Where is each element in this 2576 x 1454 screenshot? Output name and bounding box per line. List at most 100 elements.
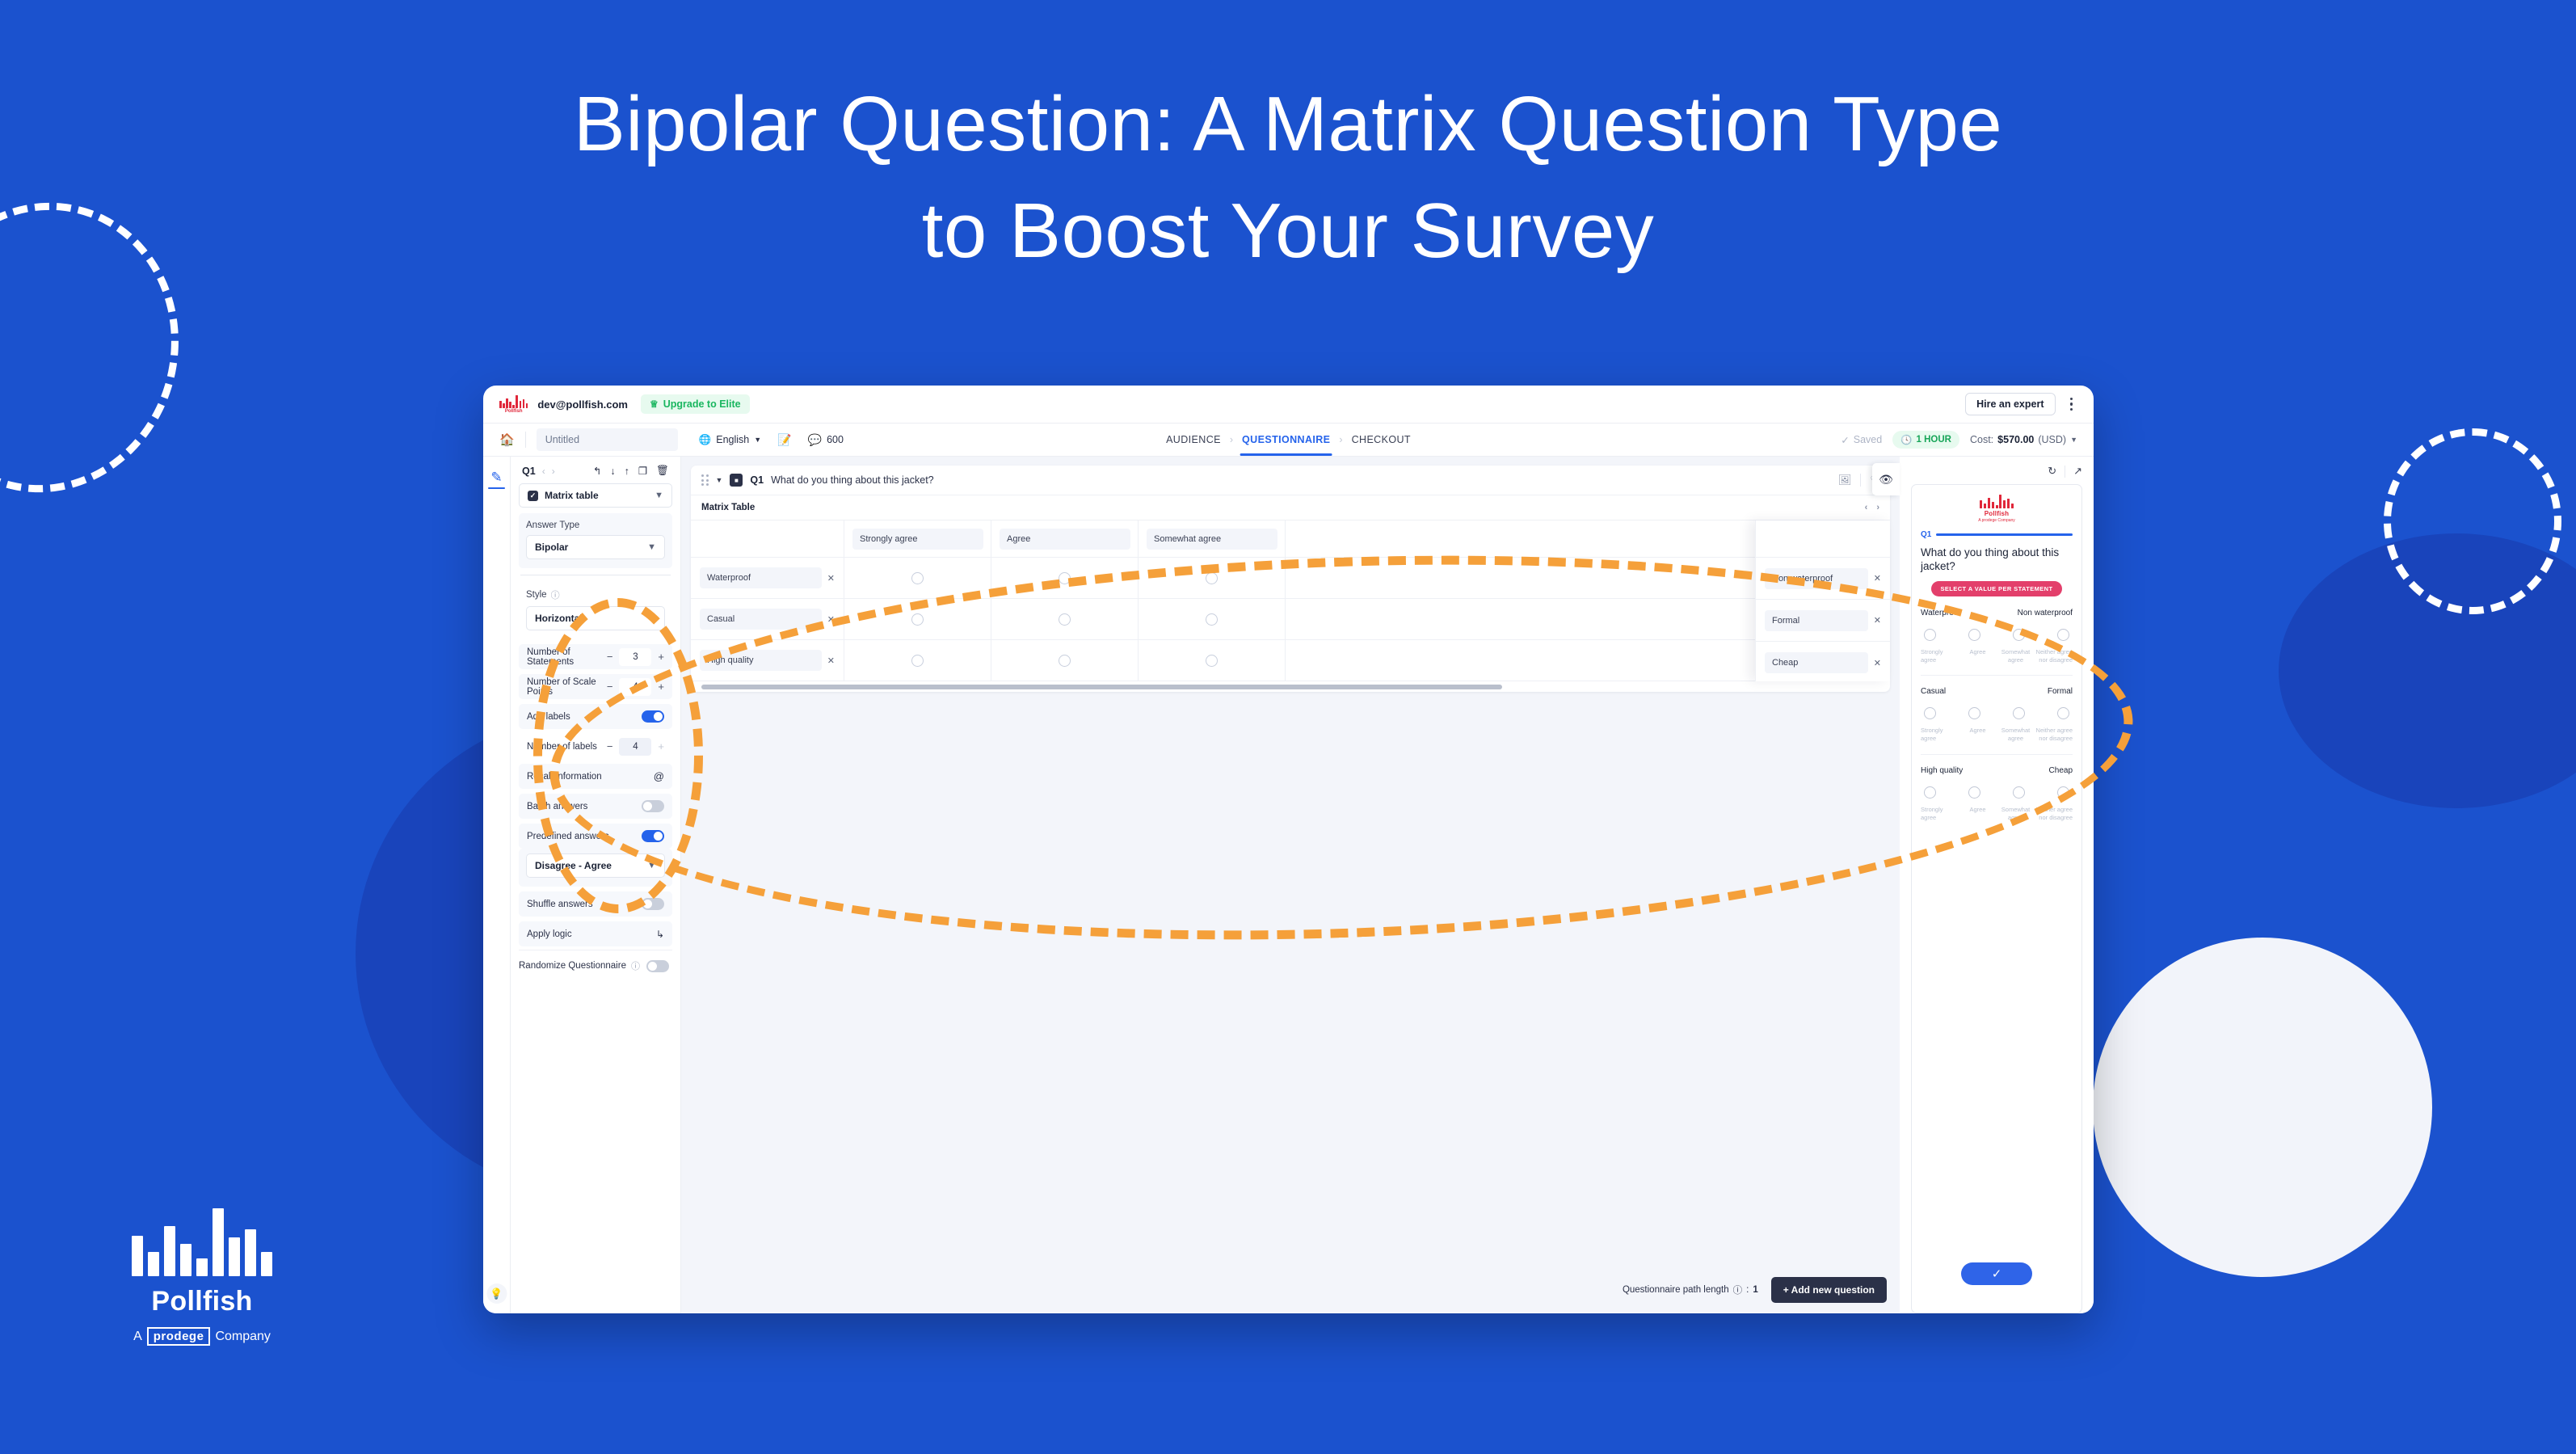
statement-input[interactable]: High quality	[700, 650, 822, 671]
radio-button[interactable]	[1924, 707, 1936, 720]
style-select[interactable]: Horizontal ▼	[526, 606, 665, 630]
close-icon[interactable]: ✕	[827, 614, 835, 625]
cost-display[interactable]: Cost: $570.00 (USD) ▼	[1970, 434, 2077, 445]
number-of-labels-value[interactable]: 4	[619, 737, 652, 756]
upgrade-to-elite-button[interactable]: ♕ Upgrade to Elite	[640, 394, 750, 414]
close-icon[interactable]: ✕	[827, 655, 835, 666]
close-icon[interactable]: ✕	[1874, 658, 1881, 668]
copy-icon[interactable]: ❐	[638, 465, 647, 477]
refresh-icon[interactable]: ↻	[2048, 465, 2056, 478]
radio-button[interactable]	[911, 654, 924, 667]
number-of-statements-value[interactable]: 3	[619, 647, 652, 666]
right-statement-input[interactable]: Formal	[1765, 609, 1868, 631]
responses-counter[interactable]: 💬 600	[808, 433, 844, 447]
pencil-icon[interactable]: ✎	[490, 470, 502, 486]
radio-button[interactable]	[2013, 786, 2025, 799]
matrix-option-cell[interactable]	[1139, 599, 1286, 639]
radio-button[interactable]	[1206, 613, 1218, 626]
home-icon[interactable]: 🏠	[499, 432, 515, 447]
survey-title-input[interactable]: Untitled	[536, 428, 678, 451]
decrement-button[interactable]: −	[607, 681, 613, 693]
radio-button[interactable]	[1968, 628, 1980, 641]
info-icon[interactable]: ⓘ	[551, 588, 560, 601]
tab-checkout[interactable]: CHECKOUT	[1350, 434, 1412, 445]
info-icon[interactable]: ⓘ	[1733, 1283, 1743, 1296]
hire-an-expert-button[interactable]: Hire an expert	[1965, 393, 2056, 415]
answer-type-select[interactable]: Bipolar ▼	[526, 535, 665, 559]
radio-button[interactable]	[1924, 786, 1936, 799]
increment-button[interactable]: +	[658, 740, 664, 752]
chevron-right-icon[interactable]: ›	[1876, 503, 1879, 512]
scale-column-label[interactable]: Agree	[1000, 528, 1130, 550]
question-text[interactable]: What do you thing about this jacket?	[771, 474, 934, 486]
chevron-left-icon[interactable]: ‹	[542, 466, 545, 477]
matrix-option-cell[interactable]	[1139, 558, 1286, 598]
eye-icon[interactable]: 👁	[1872, 463, 1900, 495]
radio-button[interactable]	[1059, 613, 1071, 626]
radio-button[interactable]	[1968, 786, 1980, 799]
matrix-option-cell[interactable]	[1139, 640, 1286, 681]
increment-button[interactable]: +	[658, 651, 664, 663]
radio-button[interactable]	[1924, 628, 1936, 641]
right-statement-input[interactable]: Non waterproof	[1765, 567, 1868, 589]
radio-button[interactable]	[2013, 628, 2025, 641]
undo-icon[interactable]: ↰	[593, 465, 601, 477]
drag-handle-icon[interactable]	[701, 474, 709, 486]
lightbulb-icon[interactable]: 💡	[486, 1283, 507, 1304]
radio-button[interactable]	[1059, 654, 1071, 667]
matrix-option-cell[interactable]	[844, 640, 991, 681]
at-icon[interactable]: @	[654, 770, 664, 782]
radio-button[interactable]	[911, 613, 924, 626]
external-link-icon[interactable]: ↗	[2073, 465, 2082, 478]
horizontal-scrollbar[interactable]	[691, 681, 1890, 692]
predefined-answers-select[interactable]: Disagree - Agree ▼	[526, 853, 665, 878]
more-vertical-icon[interactable]	[2065, 394, 2078, 415]
question-type-select[interactable]: ✓ Matrix table ▼	[519, 483, 672, 508]
apply-logic-row[interactable]: Apply logic ↳	[519, 921, 672, 946]
chevron-left-icon[interactable]: ‹	[1865, 503, 1868, 512]
shuffle-answers-toggle[interactable]	[642, 898, 664, 910]
edit-note-icon[interactable]: 📝	[777, 433, 791, 447]
matrix-option-cell[interactable]	[991, 640, 1139, 681]
trash-icon[interactable]: 🗑	[656, 465, 669, 477]
add-labels-toggle[interactable]	[642, 710, 664, 723]
batch-answers-toggle[interactable]	[642, 800, 664, 812]
image-icon[interactable]: 🖼	[1838, 474, 1852, 487]
move-down-icon[interactable]: ↓	[610, 466, 615, 477]
branch-icon[interactable]: ↳	[656, 929, 664, 940]
scale-column-label[interactable]: Somewhat agree	[1147, 528, 1277, 550]
radio-button[interactable]	[2013, 707, 2025, 720]
matrix-option-cell[interactable]	[991, 558, 1139, 598]
decrement-button[interactable]: −	[607, 651, 613, 663]
number-of-scale-points-value[interactable]: 4	[619, 677, 652, 696]
move-up-icon[interactable]: ↑	[625, 466, 629, 477]
tab-questionnaire[interactable]: QUESTIONNAIRE	[1240, 434, 1332, 456]
radio-button[interactable]	[2057, 707, 2069, 720]
increment-button[interactable]: +	[658, 681, 664, 693]
randomize-questionnaire-toggle[interactable]	[646, 959, 669, 972]
radio-button[interactable]	[911, 571, 924, 584]
statement-input[interactable]: Waterproof	[700, 567, 822, 588]
radio-button[interactable]	[1206, 654, 1218, 667]
info-icon[interactable]: ⓘ	[631, 959, 640, 972]
radio-button[interactable]	[2057, 786, 2069, 799]
add-new-question-button[interactable]: + Add new question	[1770, 1277, 1887, 1303]
close-icon[interactable]: ✕	[1874, 573, 1881, 584]
tab-audience[interactable]: AUDIENCE	[1164, 434, 1223, 445]
close-icon[interactable]: ✕	[827, 573, 835, 584]
predefined-answers-toggle[interactable]	[642, 830, 664, 842]
preview-submit-button[interactable]: ✓	[1961, 1262, 2032, 1285]
matrix-option-cell[interactable]	[844, 599, 991, 639]
scale-column-label[interactable]: Strongly agree	[852, 528, 983, 550]
radio-button[interactable]	[1206, 571, 1218, 584]
right-statement-input[interactable]: Cheap	[1765, 652, 1868, 673]
radio-button[interactable]	[1968, 707, 1980, 720]
decrement-button[interactable]: −	[607, 740, 613, 752]
statement-input[interactable]: Casual	[700, 609, 822, 630]
language-selector[interactable]: 🌐 English ▼	[699, 434, 762, 446]
radio-button[interactable]	[2057, 628, 2069, 641]
recall-information-row[interactable]: Recall Information @	[519, 764, 672, 789]
matrix-option-cell[interactable]	[991, 599, 1139, 639]
close-icon[interactable]: ✕	[1874, 615, 1881, 626]
chevron-right-icon[interactable]: ›	[552, 466, 555, 477]
